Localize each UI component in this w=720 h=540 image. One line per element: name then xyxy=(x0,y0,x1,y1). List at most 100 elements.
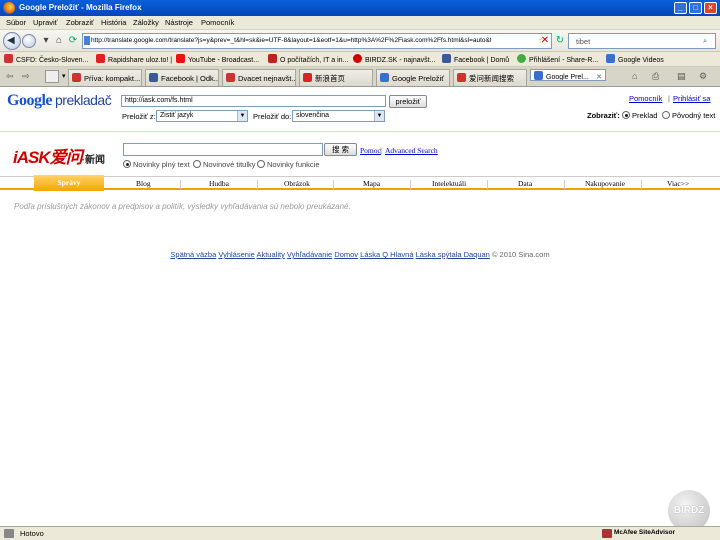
browser-tab[interactable]: Dvacet nejnavšt... xyxy=(222,69,296,86)
tab-list-icon[interactable] xyxy=(45,70,59,83)
iask-logo[interactable]: iASK爱问·新闻 xyxy=(13,143,105,168)
translate-to-label: Preložiť do: xyxy=(253,112,292,121)
go-arrow-icon[interactable]: ✕ xyxy=(538,34,552,48)
browser-tab[interactable]: Pŕíva: kompakt... xyxy=(68,69,142,86)
source-language-select[interactable]: Zistiť jazyk ▼ xyxy=(156,110,248,122)
search-icon[interactable]: ⌕ xyxy=(703,36,707,46)
footer-link-daquan[interactable]: Láska spýtala Daquan xyxy=(416,250,490,259)
browser-tab-active[interactable]: Google Prel... ✕ xyxy=(530,69,606,81)
iask-advanced-search-link[interactable]: Advanced Search xyxy=(385,146,438,155)
minimize-button[interactable]: _ xyxy=(674,2,687,14)
footer-link-search[interactable]: Vyhľadávanie xyxy=(287,250,332,259)
browser-tab[interactable]: 爱问新闻搜索 xyxy=(453,69,527,86)
site-favicon xyxy=(84,36,90,45)
nav-shopping-tab[interactable]: Nakupovanie xyxy=(585,179,625,188)
print-icon[interactable]: ⎙ xyxy=(652,71,659,82)
window-titlebar: Google Preložiť - Mozilla Firefox _ □ × xyxy=(0,0,720,16)
help-link[interactable]: Pomocník xyxy=(629,94,662,103)
youtube-icon xyxy=(176,54,185,63)
footer-link-home[interactable]: Domov xyxy=(334,250,358,259)
view-translation-radio[interactable]: Preklad xyxy=(622,111,657,120)
close-tab-icon[interactable]: ✕ xyxy=(596,73,602,80)
radio-icon xyxy=(193,160,201,168)
bookmark-item[interactable]: BIRDZ.SK - najnavšt... xyxy=(353,54,435,64)
footer-link-love-q[interactable]: Láska Q Hlavná xyxy=(360,250,413,259)
browser-tab[interactable]: 新浪首页 xyxy=(299,69,373,86)
page-icon[interactable]: ▤ xyxy=(677,71,686,82)
iask-search-input[interactable] xyxy=(123,143,323,156)
back-tab-arrow-icon[interactable]: ⇦ xyxy=(6,71,14,82)
radio-fulltext[interactable]: Novinky plný text xyxy=(123,160,190,169)
iask-footer: Spätná väzba Vyhlásenie Aktuality Vyhľad… xyxy=(0,250,720,259)
target-language-select[interactable]: slovenčina ▼ xyxy=(292,110,385,122)
dropdown-arrow-icon[interactable]: ▾ xyxy=(39,34,53,48)
iask-search-button[interactable]: 搜 索 xyxy=(324,143,357,156)
bookmark-favicon xyxy=(96,54,105,63)
menu-bookmarks[interactable]: Záložky xyxy=(133,18,159,27)
google-logo[interactable]: Google prekladač xyxy=(7,92,112,110)
nav-blog-tab[interactable]: Blog xyxy=(136,179,151,188)
nav-divider xyxy=(333,180,334,189)
iask-help-link[interactable]: Pomoc xyxy=(360,146,381,155)
tools-gear-icon[interactable]: ⚙ xyxy=(699,71,707,82)
maximize-button[interactable]: □ xyxy=(689,2,702,14)
home-icon[interactable]: ⌂ xyxy=(632,71,637,81)
nav-divider xyxy=(410,180,411,189)
browser-tab[interactable]: Google Preložiť xyxy=(376,69,450,86)
chevron-down-icon: ▼ xyxy=(237,111,247,121)
footer-link-disclaimer[interactable]: Vyhlásenie xyxy=(218,250,254,259)
url-bar[interactable]: http://translate.google.com/translate?js… xyxy=(82,33,552,49)
bookmark-item[interactable]: Přihlášení - Share-R... xyxy=(517,54,598,64)
nav-news-tab[interactable]: Správy xyxy=(34,175,104,191)
radio-titles[interactable]: Novinové titulky xyxy=(193,160,256,169)
forward-button[interactable] xyxy=(22,34,36,48)
nav-music-tab[interactable]: Hudba xyxy=(209,179,229,188)
nav-map-tab[interactable]: Mapa xyxy=(363,179,380,188)
forward-tab-arrow-icon[interactable]: ⇨ xyxy=(22,71,30,82)
menu-file[interactable]: Súbor xyxy=(6,18,26,27)
mcafee-siteadvisor[interactable]: McAfee SiteAdvisor xyxy=(614,529,675,536)
chevron-down-icon: ▼ xyxy=(374,111,384,121)
radio-selected-icon xyxy=(123,160,131,168)
view-original-radio[interactable]: Pôvodný text xyxy=(662,111,715,120)
refresh-icon[interactable]: ↻ xyxy=(553,34,567,48)
back-arrow-icon: ◀ xyxy=(7,35,15,46)
menu-tools[interactable]: Nástroje xyxy=(165,18,193,27)
footer-copyright: © 2010 Sina.com xyxy=(491,250,550,259)
search-value: tibet xyxy=(576,37,591,46)
firefox-icon xyxy=(3,2,15,14)
login-link[interactable]: Prihlásiť sa xyxy=(673,94,710,103)
menu-help[interactable]: Pomocník xyxy=(201,18,234,27)
bookmark-item[interactable]: CSFD: Česko-Sloven... xyxy=(4,54,88,64)
bookmark-item[interactable]: Google Videos xyxy=(606,54,664,64)
nav-image-tab[interactable]: Obrázok xyxy=(284,179,310,188)
footer-link-news[interactable]: Aktuality xyxy=(256,250,284,259)
bookmark-item[interactable]: Rapidshare uloz.to! | xyxy=(96,54,172,64)
nav-intellectuals-tab[interactable]: Intelektuáli xyxy=(432,179,466,188)
nav-data-tab[interactable]: Data xyxy=(518,179,532,188)
menu-history[interactable]: História xyxy=(101,18,126,27)
link-separator: | xyxy=(380,146,382,155)
translate-button[interactable]: preložiť xyxy=(389,95,427,108)
menu-edit[interactable]: Upraviť xyxy=(33,18,58,27)
google-translate-header: Google prekladač http://iask.com/fs.html … xyxy=(0,88,720,132)
radio-selected-icon xyxy=(622,111,630,119)
bookmark-item[interactable]: O počítačích, IT a in... xyxy=(268,54,348,64)
home-icon[interactable]: ⌂ xyxy=(52,34,66,48)
reload-icon[interactable]: ⟳ xyxy=(66,34,80,48)
browser-tab[interactable]: Facebook | Odk... xyxy=(145,69,219,86)
close-window-button[interactable]: × xyxy=(704,2,717,14)
tab-list-dropdown-icon[interactable]: ▾ xyxy=(62,72,66,80)
bookmark-item[interactable]: Facebook | Domů xyxy=(442,54,509,64)
mcafee-icon xyxy=(602,529,612,538)
bookmark-item[interactable]: YouTube - Broadcast... xyxy=(176,54,259,64)
view-label: Zobraziť: xyxy=(587,111,620,120)
menu-view[interactable]: Zobraziť xyxy=(66,18,94,27)
tab-favicon xyxy=(303,73,312,82)
nav-more-tab[interactable]: Viac>> xyxy=(667,179,689,188)
translate-url-input[interactable]: http://iask.com/fs.html xyxy=(121,95,386,107)
footer-link-feedback[interactable]: Spätná väzba xyxy=(170,250,216,259)
radio-function[interactable]: Novinky funkcie xyxy=(257,160,320,169)
browser-search-box[interactable]: tibet ⌕ xyxy=(568,33,716,49)
url-text: http://translate.google.com/translate?js… xyxy=(91,37,491,44)
